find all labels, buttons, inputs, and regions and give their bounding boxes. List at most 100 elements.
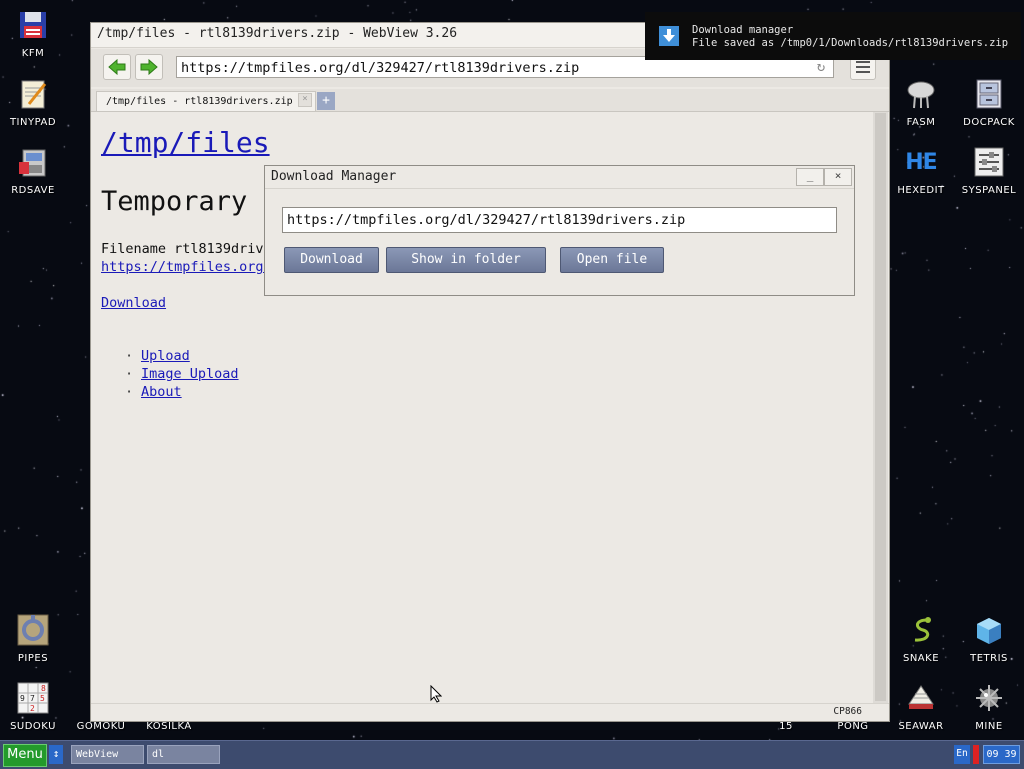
desktop-icon-label: FASM [906,117,936,128]
dialog-title[interactable]: Download Manager [265,166,854,189]
list-item: · Upload [125,347,239,365]
desktop-icon-label: PONG [837,721,869,732]
desktop-icon-hexedit[interactable]: HE HEXEDIT [889,146,953,197]
download-button[interactable]: Download [284,247,379,273]
desktop-icon-label: GOMOKU [76,721,126,732]
bullet: · [125,366,134,382]
back-button[interactable] [103,54,131,80]
filename-text: Filename rtl8139drive [101,241,272,257]
desktop-icon-label: SUDOKU [10,721,56,732]
browser-window[interactable]: /tmp/files - rtl8139drivers.zip - WebVie… [90,22,890,722]
forward-button[interactable] [135,54,163,80]
desktop-icon-syspanel[interactable]: SYSPANEL [957,146,1021,196]
hexedit-icon: HE [905,149,937,175]
download-link[interactable]: Download [101,295,166,311]
desktop-icon-seawar[interactable]: SEAWAR [889,682,953,732]
vertical-scrollbar[interactable] [873,112,888,704]
desktop-icon-label: MINE [975,721,1003,732]
notification-text: File saved as /tmp0/1/Downloads/rtl8139d… [692,37,1009,49]
desktop-icon-label: PIPES [17,653,49,664]
notepad-icon [17,78,49,110]
window-switch-icon[interactable]: ↕ [49,745,63,764]
close-button[interactable]: × [824,168,852,186]
desktop-icon-tinypad[interactable]: TINYPAD [1,78,65,128]
hamburger-icon [856,61,870,63]
mine-icon [973,682,1005,714]
tab-active[interactable]: /tmp/files - rtl8139drivers.zip [96,91,316,111]
taskbar-item-webview[interactable]: WebView [71,745,144,764]
keyboard-layout-indicator[interactable]: En [954,745,970,764]
file-url-link[interactable]: https://tmpfiles.org/ [101,259,272,275]
desktop-icon-label: SNAKE [902,653,940,664]
disk-save-icon [17,146,49,178]
tab-label: /tmp/files - rtl8139drivers.zip [106,96,293,107]
clock[interactable]: 09 39 [983,745,1020,764]
desktop-icon-label: KFM [21,48,45,59]
site-title-link[interactable]: /tmp/files [101,126,270,159]
desktop-icon-tetris[interactable]: TETRIS [957,614,1021,664]
image-upload-link[interactable]: Image Upload [141,366,239,382]
status-bar: CP866 [91,703,889,721]
about-link[interactable]: About [141,384,182,400]
desktop-icon-label: DOCPACK [963,117,1015,128]
floppy-icon [17,9,49,41]
sudoku-digit: 9 [20,694,25,703]
list-item: · Image Upload [125,365,239,383]
desktop-icon-label: TETRIS [970,653,1008,664]
download-notification[interactable]: Download manager File saved as /tmp0/1/D… [645,12,1021,60]
tetris-icon [973,614,1005,646]
desktop-icon-label: KOSILKA [146,721,192,732]
desktop-icon-fasm[interactable]: FASM [889,78,953,128]
show-in-folder-button[interactable]: Show in folder [386,247,546,273]
desktop-icon-snake[interactable]: SNAKE [889,614,953,664]
bullet: · [125,348,134,364]
desktop-icon-label: SYSPANEL [961,185,1017,196]
desktop-icon-rdsave[interactable]: RDSAVE [1,146,65,196]
docpack-icon [973,78,1005,110]
forward-arrow-icon [140,59,158,75]
tab-bar: /tmp/files - rtl8139drivers.zip × + [91,89,889,112]
desktop-icon-label: HEXEDIT [897,185,945,196]
sudoku-digit: 5 [40,694,45,703]
bullet: · [125,384,134,400]
cpu-usage-icon [973,745,979,764]
sudoku-digit: 8 [41,684,46,693]
notification-title: Download manager [692,24,794,36]
download-manager-dialog[interactable]: Download Manager _ × https://tmpfiles.or… [264,165,855,296]
sudoku-icon: 8 9 7 5 2 [17,682,49,714]
desktop-icon-sudoku[interactable]: 8 9 7 5 2 SUDOKU [1,682,65,732]
desktop-icon-kfm[interactable]: KFM [1,9,65,59]
reload-icon[interactable]: ↻ [813,59,829,75]
scrollbar-thumb[interactable] [875,113,886,701]
page-heading: Temporary [101,186,248,217]
syspanel-icon [973,146,1005,178]
new-tab-button[interactable]: + [317,92,335,110]
taskbar-item-dl[interactable]: dl [147,745,220,764]
start-menu-button[interactable]: Menu [3,744,47,767]
sudoku-digit: 7 [30,694,35,703]
mouse-cursor-icon [430,684,443,707]
tab-close-icon[interactable]: × [298,93,312,107]
desktop-icon-mine[interactable]: MINE [957,682,1021,732]
desktop-icon-docpack[interactable]: DOCPACK [957,78,1021,128]
pipes-icon [17,614,49,646]
sudoku-digit: 2 [30,704,35,713]
open-file-button[interactable]: Open file [560,247,664,273]
desktop-icon-label: SEAWAR [898,721,944,732]
seawar-icon [905,682,937,714]
upload-link[interactable]: Upload [141,348,190,364]
download-arrow-icon [659,26,679,46]
fasm-icon [905,78,937,110]
encoding-label[interactable]: CP866 [833,706,862,717]
list-item: · About [125,383,239,401]
download-url-input[interactable]: https://tmpfiles.org/dl/329427/rtl8139dr… [282,207,837,233]
desktop-icon-pipes[interactable]: PIPES [1,614,65,664]
snake-icon [905,614,937,646]
desktop-icon-label: RDSAVE [11,185,55,196]
nav-list: · Upload · Image Upload · About [125,347,239,401]
minimize-button[interactable]: _ [796,168,824,186]
address-bar-text: https://tmpfiles.org/dl/329427/rtl8139dr… [181,60,580,76]
desktop-icon-label: TINYPAD [9,117,57,128]
desktop-icon-label: 15 [779,721,793,732]
taskbar: Menu ↕ WebView dl En 09 39 [0,740,1024,769]
